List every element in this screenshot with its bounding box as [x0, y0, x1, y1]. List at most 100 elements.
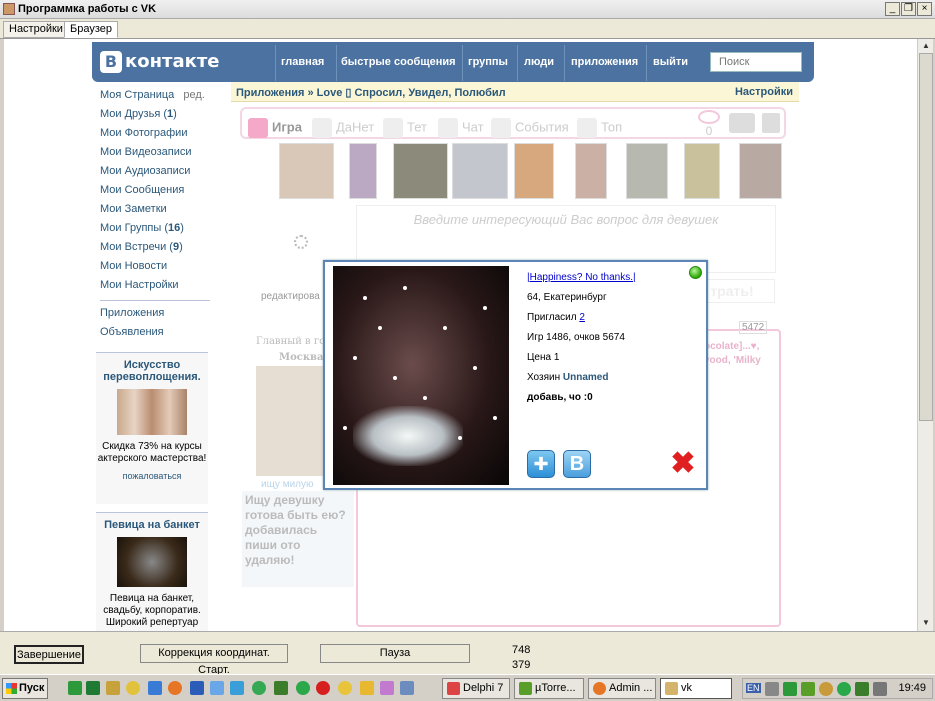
- menu-my-settings[interactable]: Мои Настройки: [92, 279, 217, 298]
- nav-home[interactable]: главная: [281, 56, 324, 68]
- tab-tet[interactable]: Тет: [383, 118, 427, 138]
- tab-yesno[interactable]: ДаНет: [312, 118, 374, 138]
- menu-bar: Настройки Браузер: [0, 19, 935, 39]
- nav-groups[interactable]: группы: [468, 56, 508, 68]
- menu-my-photos[interactable]: Мои Фотографии: [92, 127, 217, 146]
- app-icon: [3, 3, 15, 15]
- excel-icon[interactable]: [86, 681, 100, 695]
- profile-owner: Хозяин Unnamed: [527, 372, 609, 383]
- menu-my-videos[interactable]: Мои Видеозаписи: [92, 146, 217, 165]
- coordinate-correction-button[interactable]: Коррекция координат. Старт.: [140, 644, 288, 676]
- loading-spinner-icon: [294, 235, 308, 249]
- task-admin[interactable]: Admin ...: [588, 678, 656, 699]
- photo-thumb[interactable]: [626, 143, 668, 199]
- app-icon[interactable]: [360, 681, 374, 695]
- tab-game[interactable]: Игра: [248, 118, 302, 138]
- main-photo[interactable]: [256, 366, 331, 476]
- tab-chat[interactable]: Чат: [438, 118, 484, 138]
- tray-icon[interactable]: [873, 682, 887, 696]
- menu-my-messages[interactable]: Мои Сообщения: [92, 184, 217, 203]
- photo-thumb[interactable]: [684, 143, 720, 199]
- finish-button[interactable]: Завершение: [14, 645, 84, 664]
- vertical-scrollbar[interactable]: ▲ ▼: [917, 39, 933, 631]
- app-icon[interactable]: [380, 681, 394, 695]
- eye-icon: [698, 110, 720, 124]
- app-icon[interactable]: [68, 681, 82, 695]
- speaker-icon[interactable]: [762, 113, 780, 133]
- online-status-icon: [689, 266, 702, 279]
- icq-icon[interactable]: [252, 681, 266, 695]
- tab-browser[interactable]: Браузер: [64, 21, 118, 38]
- photo-thumb[interactable]: [575, 143, 607, 199]
- icq-icon[interactable]: [296, 681, 310, 695]
- photo-thumb[interactable]: [452, 143, 508, 199]
- task-delphi[interactable]: Delphi 7: [442, 678, 510, 699]
- tray-icon[interactable]: [819, 682, 833, 696]
- tab-events[interactable]: События: [491, 118, 569, 138]
- vk-profile-button[interactable]: B: [563, 450, 591, 478]
- menu-ads[interactable]: Объявления: [92, 326, 217, 345]
- app-settings-link[interactable]: Настройки: [735, 86, 793, 98]
- profile-photo[interactable]: [333, 266, 509, 485]
- gift-icon[interactable]: ✚: [527, 450, 555, 478]
- task-vk[interactable]: vk: [660, 678, 732, 699]
- chrome-icon[interactable]: [338, 681, 352, 695]
- close-window-button[interactable]: ×: [917, 2, 932, 16]
- media-icon[interactable]: [126, 681, 140, 695]
- photo-thumb[interactable]: [393, 143, 448, 199]
- ad-complain-link[interactable]: пожаловаться: [96, 471, 208, 481]
- menu-my-news[interactable]: Мои Новости: [92, 260, 217, 279]
- photo-thumb[interactable]: [279, 143, 334, 199]
- tab-top[interactable]: Топ: [577, 118, 622, 138]
- app-icon[interactable]: [210, 681, 224, 695]
- photo-thumb[interactable]: [349, 143, 377, 199]
- app-icon[interactable]: [148, 681, 162, 695]
- menu-apps[interactable]: Приложения: [92, 307, 217, 326]
- menu-my-notes[interactable]: Мои Заметки: [92, 203, 217, 222]
- start-button[interactable]: Пуск: [2, 678, 48, 699]
- profile-popup: |Happiness? No thanks.| 64, Екатеринбург…: [323, 260, 708, 490]
- language-indicator[interactable]: EN: [746, 683, 761, 693]
- clock: 19:49: [898, 682, 926, 694]
- tray-icon[interactable]: [801, 682, 815, 696]
- menu-my-audio[interactable]: Мои Аудиозаписи: [92, 165, 217, 184]
- menu-my-friends[interactable]: Мои Друзья (1): [92, 108, 217, 127]
- seek-name[interactable]: ищу милую: [261, 479, 314, 490]
- app-icon[interactable]: [106, 681, 120, 695]
- camera-icon[interactable]: [729, 113, 755, 133]
- menu-my-events[interactable]: Мои Встречи (9): [92, 241, 217, 260]
- nav-logout[interactable]: выйти: [653, 56, 688, 68]
- menu-my-page[interactable]: Моя Страница ред.: [92, 89, 217, 108]
- maximize-button[interactable]: ❐: [901, 2, 916, 16]
- nav-apps[interactable]: приложения: [571, 56, 638, 68]
- owner-link[interactable]: Unnamed: [563, 372, 609, 383]
- invited-count-link[interactable]: 2: [579, 312, 585, 323]
- breadcrumb-apps-link[interactable]: Приложения: [236, 87, 304, 99]
- close-icon[interactable]: ✖: [669, 449, 697, 479]
- photo-thumb[interactable]: [514, 143, 554, 199]
- app-icon[interactable]: [274, 681, 288, 695]
- coord-y: 379: [512, 659, 531, 671]
- ad-singer[interactable]: Певица на банкет Певица на банкет, свадь…: [96, 512, 208, 631]
- app-icon[interactable]: [400, 681, 414, 695]
- tray-icon[interactable]: [855, 682, 869, 696]
- ad-acting[interactable]: Искусство перевоплощения. Скидка 73% на …: [96, 352, 208, 504]
- task-utorrent[interactable]: µTorre...: [514, 678, 584, 699]
- minimize-button[interactable]: _: [885, 2, 900, 16]
- photo-thumb[interactable]: [739, 143, 782, 199]
- nav-quick-messages[interactable]: быстрые сообщения: [341, 56, 456, 68]
- vk-logo[interactable]: Bконтакте: [100, 51, 219, 73]
- firefox-icon[interactable]: [168, 681, 182, 695]
- word-icon[interactable]: [190, 681, 204, 695]
- app-icon[interactable]: [230, 681, 244, 695]
- pause-button[interactable]: Пауза: [320, 644, 470, 663]
- profile-name-link[interactable]: |Happiness? No thanks.|: [527, 272, 636, 283]
- icq-icon[interactable]: [837, 682, 851, 696]
- tab-settings[interactable]: Настройки: [3, 21, 69, 38]
- menu-my-groups[interactable]: Мои Группы (16): [92, 222, 217, 241]
- search-input[interactable]: Поиск: [710, 52, 802, 72]
- tray-icon[interactable]: [783, 682, 797, 696]
- nav-people[interactable]: люди: [524, 56, 554, 68]
- tray-icon[interactable]: [765, 682, 779, 696]
- opera-icon[interactable]: [316, 681, 330, 695]
